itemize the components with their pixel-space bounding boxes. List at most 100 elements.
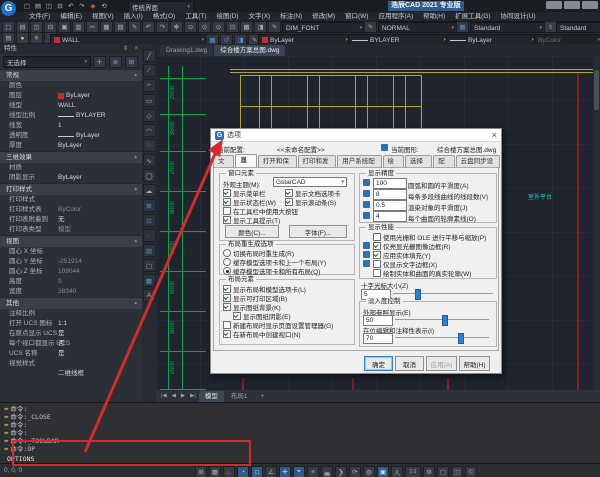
checkbox-true-silhouettes[interactable]: 绘制实体和曲面的真实轮廓(W): [373, 269, 471, 277]
menu-help[interactable]: 帮助(H): [418, 12, 450, 21]
checkbox-large-buttons[interactable]: 在工具栏中使用大按钮: [223, 207, 298, 215]
slider-thumb[interactable]: [442, 315, 448, 326]
section-misc[interactable]: 其他: [0, 297, 142, 309]
dynamic-ucs-icon[interactable]: [279, 466, 291, 477]
menu-insert[interactable]: 插入(I): [119, 12, 148, 21]
checkbox-text-boundary-only[interactable]: 仅显示文字边框(X): [373, 260, 437, 268]
layer-freeze-icon[interactable]: [30, 32, 43, 44]
xref-display-slider[interactable]: [395, 315, 489, 324]
menu-modify[interactable]: 修改(M): [307, 12, 340, 21]
dynamic-input-icon[interactable]: [293, 466, 305, 477]
quick-properties-icon[interactable]: [335, 466, 347, 477]
scrollbar-thumb[interactable]: [594, 70, 599, 110]
radio-regen-on-switch[interactable]: 切换布局时重生成(R): [223, 249, 294, 257]
checkbox-paper-shadow[interactable]: 显示图纸阴影(E): [233, 312, 291, 320]
object-snap-icon[interactable]: [251, 466, 263, 477]
menu-window[interactable]: 窗口(W): [340, 12, 373, 21]
selection-cycling-icon[interactable]: [349, 466, 361, 477]
spline-icon[interactable]: [143, 154, 156, 167]
command-input[interactable]: OPTIONS: [4, 455, 34, 463]
tab-display[interactable]: 显示: [235, 154, 256, 168]
prop-row[interactable]: 材质ByLayer: [0, 163, 142, 173]
slider-thumb[interactable]: [415, 289, 421, 300]
insert-block-icon[interactable]: [143, 199, 156, 212]
inplace-edit-input[interactable]: 70: [363, 333, 393, 344]
checkbox-show-tooltips[interactable]: 显示工具提示(T): [223, 216, 280, 224]
doc-tab-active[interactable]: 综合楼方案总图.dwg: [214, 45, 285, 56]
prop-row[interactable]: UCS 名称: [0, 349, 142, 359]
workspace-icon[interactable]: [423, 466, 435, 477]
new-icon[interactable]: [22, 1, 32, 11]
menu-edit[interactable]: 编辑(E): [55, 12, 87, 21]
fonts-button[interactable]: 字体(F)...: [289, 225, 347, 238]
quick-select-icon[interactable]: [125, 56, 138, 68]
checkbox-paper-background[interactable]: 显示图纸背景(K): [223, 303, 281, 311]
menu-format[interactable]: 格式(O): [148, 12, 180, 21]
radio-cache-all-layouts[interactable]: 缓存模型选项卡和所有布局(Q): [223, 267, 320, 275]
polyline-icon[interactable]: [143, 79, 156, 92]
crosshair-size-slider[interactable]: [393, 289, 493, 298]
prop-row[interactable]: 高度28340: [0, 277, 142, 287]
prop-row[interactable]: 颜色ByLayer: [0, 81, 142, 91]
rectangle-icon[interactable]: [143, 94, 156, 107]
prop-row[interactable]: 圆心 Z 坐标0: [0, 267, 142, 277]
prop-row[interactable]: 视觉样式二维线框: [0, 359, 142, 369]
section-plot-style[interactable]: 打印样式: [0, 183, 142, 195]
inplace-edit-slider[interactable]: [395, 333, 489, 342]
section-general[interactable]: 常规: [0, 69, 142, 81]
checkbox-apply-solid-fill[interactable]: 应用实体填充(Y): [373, 251, 431, 259]
checkbox-create-viewport[interactable]: 在新布局中创建视口(N): [223, 330, 301, 338]
menu-draw[interactable]: 绘图(D): [212, 12, 244, 21]
render-icon[interactable]: [88, 1, 98, 11]
arc-smoothness-input[interactable]: 100: [373, 178, 407, 189]
prop-row[interactable]: 打印样式ByColor: [0, 195, 142, 205]
annotation-scale-icon[interactable]: [405, 466, 421, 477]
close-icon[interactable]: ×: [492, 130, 497, 140]
ellipse-icon[interactable]: [143, 169, 156, 182]
vertical-scrollbar[interactable]: [593, 56, 600, 390]
prop-row[interactable]: 线型比例1: [0, 111, 142, 121]
menu-dimension[interactable]: 标注(N): [275, 12, 307, 21]
prop-row[interactable]: 宽度58033: [0, 287, 142, 297]
lineweight-icon[interactable]: [307, 466, 319, 477]
checkbox-show-scroll-bars[interactable]: 显示滚动条(S): [285, 198, 336, 206]
prop-row[interactable]: 打印表类型不可用: [0, 225, 142, 235]
menu-text[interactable]: 文字(X): [244, 12, 276, 21]
mtext-icon[interactable]: [143, 289, 156, 302]
isolate-objects-icon[interactable]: [437, 466, 449, 477]
layer-on-off-icon[interactable]: [16, 32, 29, 44]
menu-file[interactable]: 文件(F): [24, 12, 55, 21]
apply-button[interactable]: 应用(A): [426, 356, 457, 371]
prop-row[interactable]: 厚度0: [0, 141, 142, 151]
polar-icon[interactable]: [237, 466, 249, 477]
menu-collaboration[interactable]: 协同设计(U): [496, 12, 541, 21]
menu-application[interactable]: 应用程序(A): [373, 12, 418, 21]
section-view[interactable]: 视图: [0, 235, 142, 247]
checkbox-layout-model-tabs[interactable]: 显示布局和模型选项卡(L): [223, 285, 306, 293]
minimize-button[interactable]: [546, 1, 562, 9]
prop-row[interactable]: 每个视口都显示 UCS是: [0, 339, 142, 349]
select-objects-icon[interactable]: [109, 56, 122, 68]
grid-icon[interactable]: [209, 466, 221, 477]
prop-row[interactable]: 打印表附着到模型: [0, 215, 142, 225]
close-button[interactable]: [582, 1, 598, 9]
close-icon[interactable]: ×: [134, 44, 138, 54]
doc-tab-drawing1[interactable]: Drawing1.dwg: [160, 45, 213, 56]
add-layout-button[interactable]: +: [254, 391, 270, 402]
checkbox-pan-zoom-raster[interactable]: 使用光栅和 OLE 进行平移与缩放(P): [373, 233, 486, 241]
section-3d-effects[interactable]: 三维效果: [0, 151, 142, 163]
next-layout-icon[interactable]: ▶: [179, 393, 187, 399]
maximize-button[interactable]: [564, 1, 580, 9]
table-icon[interactable]: [143, 274, 156, 287]
checkbox-printable-area[interactable]: 显示可打印区域(B): [223, 294, 287, 302]
autohide-icon[interactable]: ⇕: [123, 44, 128, 54]
prop-row[interactable]: 打开 UCS 图标是: [0, 319, 142, 329]
prop-row[interactable]: 在原点显示 UCS否: [0, 329, 142, 339]
xline-icon[interactable]: [143, 64, 156, 77]
prop-row[interactable]: 注释比例1:1: [0, 309, 142, 319]
checkbox-page-setup-manager[interactable]: 新建布局时显示页面设置管理器(G): [223, 321, 333, 329]
theme-select[interactable]: GstarCAD▾: [273, 177, 347, 187]
slider-thumb[interactable]: [458, 333, 464, 344]
hatch-icon[interactable]: [143, 244, 156, 257]
make-block-icon[interactable]: [143, 214, 156, 227]
